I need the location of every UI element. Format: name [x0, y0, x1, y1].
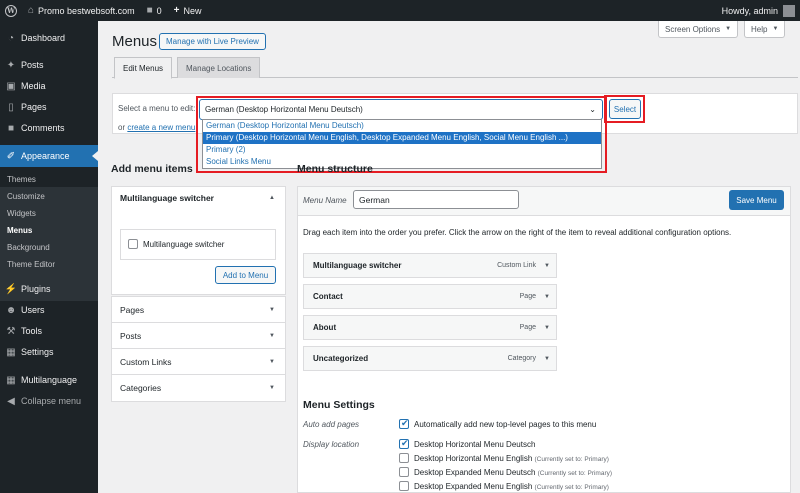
panel-title: Categories — [120, 383, 162, 393]
collapse-menu-button[interactable]: ◀ Collapse menu — [0, 390, 98, 412]
admin-bar: W ⌂ Promo bestwebsoft.com ■ 0 + New Howdy, … — [0, 0, 800, 21]
comment-icon: ■ — [7, 122, 15, 134]
checkbox-label: Multilanguage switcher — [143, 240, 225, 249]
add-menu-items-title: Add menu items — [111, 163, 193, 175]
settings-icon: ▦ — [6, 346, 16, 358]
location-label: Desktop Expanded Menu English (Currently… — [414, 482, 609, 491]
live-preview-button[interactable]: Manage with Live Preview — [159, 33, 266, 50]
account-menu[interactable]: Howdy, admin — [716, 0, 800, 21]
wordpress-logo-icon[interactable]: W — [0, 0, 22, 21]
location-checkbox[interactable] — [399, 481, 409, 491]
menu-structure-title: Menu structure — [297, 163, 373, 175]
auto-add-label: Auto add pages — [303, 420, 360, 429]
menu-settings-title: Menu Settings — [303, 399, 375, 411]
menu-item-row[interactable]: Contact Page ▼ — [303, 284, 557, 309]
sidebar-item-multilanguage[interactable]: ▦ Multilanguage — [0, 369, 98, 391]
create-menu-text: or create a new menu — [118, 123, 196, 132]
comments-link[interactable]: ■ 0 — [141, 0, 168, 21]
add-to-menu-button[interactable]: Add to Menu — [215, 266, 276, 284]
collapse-icon: ◀ — [7, 395, 15, 407]
sidebar-item-appearance[interactable]: ✐ Appearance — [0, 145, 98, 167]
avatar — [783, 4, 795, 17]
tab-edit-menus[interactable]: Edit Menus — [114, 57, 173, 79]
menu-item-row[interactable]: Uncategorized Category ▼ — [303, 346, 557, 371]
caret-down-icon[interactable]: ▼ — [544, 356, 550, 362]
location-label: Desktop Expanded Menu Deutsch (Currently… — [414, 468, 613, 477]
dropdown-highlight-frame — [196, 96, 607, 173]
submenu-widgets[interactable]: Widgets — [7, 209, 36, 218]
caret-down-icon: ▼ — [772, 26, 779, 32]
admin-sidebar: ◔ Dashboard ✦ Posts ▣ Media ▯ Pages ■ Comment… — [0, 21, 98, 493]
wrench-icon: ⚒ — [6, 325, 16, 337]
menu-item-row[interactable]: Multilanguage switcher Custom Link ▼ — [303, 253, 557, 278]
select-menu-label: Select a menu to edit: — [118, 104, 196, 113]
sidebar-item-pages[interactable]: ▯ Pages — [0, 96, 98, 118]
menu-item-title: Contact — [313, 292, 343, 301]
location-checkbox[interactable] — [399, 453, 409, 463]
sidebar-item-settings[interactable]: ▦ Settings — [0, 341, 98, 363]
menu-item-type: Custom Link — [497, 262, 536, 269]
multilanguage-icon: ▦ — [6, 374, 16, 386]
menu-item-type: Page — [519, 324, 536, 331]
location-label: Desktop Horizontal Menu Deutsch — [414, 440, 536, 449]
sidebar-item-tools[interactable]: ⚒ Tools — [0, 320, 98, 342]
page-icon: ▯ — [8, 101, 14, 113]
menu-item-title: About — [313, 323, 337, 332]
sidebar-item-posts[interactable]: ✦ Posts — [0, 54, 98, 76]
auto-add-checkbox[interactable] — [399, 418, 409, 429]
display-location-label: Display location — [303, 440, 360, 449]
screen-options-button[interactable]: Screen Options ▼ — [658, 21, 739, 38]
page-title: Menus — [112, 33, 158, 50]
menu-name-input[interactable]: German — [353, 190, 519, 209]
menu-item-row[interactable]: About Page ▼ — [303, 315, 557, 340]
menu-item-title: Multilanguage switcher — [313, 261, 402, 270]
menu-item-type: Category — [507, 355, 536, 362]
sidebar-item-comments[interactable]: ■ Comments — [0, 117, 98, 139]
sidebar-item-dashboard[interactable]: ◔ Dashboard — [0, 27, 98, 49]
caret-down-icon[interactable]: ▼ — [544, 263, 550, 269]
pin-icon: ✦ — [6, 59, 16, 71]
sidebar-item-users[interactable]: ☻ Users — [0, 299, 98, 321]
location-checkbox[interactable] — [399, 438, 409, 449]
create-new-menu-link[interactable]: create a new menu — [127, 123, 195, 132]
location-label: Desktop Horizontal Menu English (Current… — [414, 454, 609, 463]
comment-icon: ■ — [146, 5, 153, 16]
auto-add-text: Automatically add new top-level pages to… — [414, 420, 597, 429]
submenu-themes[interactable]: Themes — [7, 175, 36, 184]
menu-item-type: Page — [519, 293, 536, 300]
caret-down-icon: ▼ — [725, 26, 732, 32]
media-icon: ▣ — [6, 80, 16, 92]
sidebar-item-plugins[interactable]: ⚡ Plugins — [0, 278, 98, 300]
site-name-link[interactable]: ⌂ Promo bestwebsoft.com — [22, 0, 141, 21]
sidebar-item-media[interactable]: ▣ Media — [0, 75, 98, 97]
plus-icon: + — [173, 5, 180, 16]
tab-manage-locations[interactable]: Manage Locations — [177, 57, 261, 78]
dashboard-icon: ◔ — [7, 32, 15, 44]
caret-down-icon[interactable]: ▼ — [544, 325, 550, 331]
multilanguage-switcher-checkbox[interactable] — [128, 239, 138, 249]
menu-name-label: Menu Name — [303, 196, 347, 205]
panel-title: Posts — [120, 331, 142, 341]
location-checkbox[interactable] — [399, 467, 409, 477]
menu-item-title: Uncategorized — [313, 354, 369, 363]
nav-tabs: Edit Menus Manage Locations — [112, 57, 798, 79]
drag-instructions: Drag each item into the order you prefer… — [303, 228, 732, 237]
submenu-background[interactable]: Background — [7, 243, 50, 252]
help-button[interactable]: Help ▼ — [744, 21, 786, 38]
plug-icon: ⚡ — [4, 283, 18, 295]
new-content-link[interactable]: + New — [168, 0, 208, 21]
submenu-customize[interactable]: Customize — [7, 192, 45, 201]
panel-title: Pages — [120, 305, 145, 315]
brush-icon: ✐ — [6, 150, 16, 162]
select-button-highlight-frame — [604, 95, 645, 123]
home-icon: ⌂ — [28, 5, 35, 16]
user-icon: ☻ — [5, 304, 17, 316]
caret-down-icon[interactable]: ▼ — [544, 294, 550, 300]
panel-title: Custom Links — [120, 357, 172, 367]
save-menu-button[interactable]: Save Menu — [729, 190, 784, 210]
submenu-theme-editor[interactable]: Theme Editor — [7, 260, 55, 269]
panel-title[interactable]: Multilanguage switcher — [120, 193, 214, 203]
submenu-menus[interactable]: Menus — [7, 226, 32, 235]
